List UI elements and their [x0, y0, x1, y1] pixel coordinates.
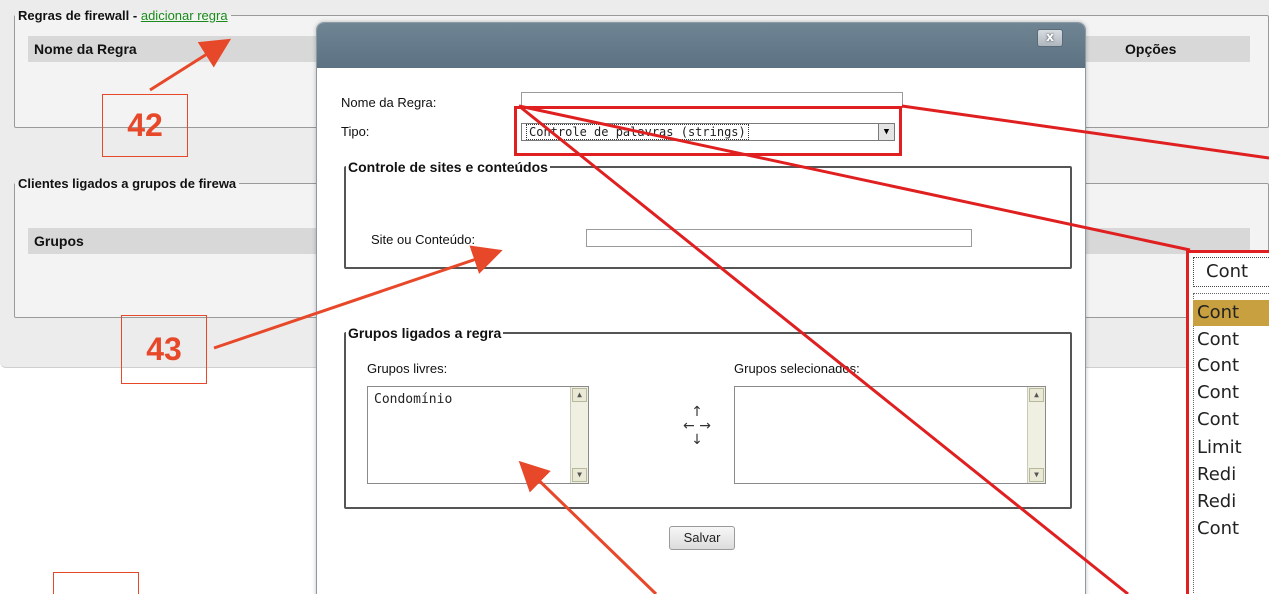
list-item[interactable]: Condomínio: [374, 392, 582, 407]
scroll-up-icon[interactable]: ▲: [572, 388, 587, 402]
dropdown-option[interactable]: Cont: [1193, 516, 1269, 542]
selected-groups-list[interactable]: ▲ ▼: [734, 386, 1046, 484]
type-select-highlight: [514, 106, 902, 156]
clients-groups-legend: Clientes ligados a grupos de firewa: [18, 176, 237, 191]
type-dropdown-popup: Cont Cont Cont Cont Cont Cont Limit Redi…: [1186, 250, 1269, 594]
linked-groups-legend: Grupos ligados a regra: [348, 325, 502, 341]
dialog-titlebar[interactable]: x: [317, 23, 1085, 68]
free-groups-list[interactable]: Condomínio ▲ ▼: [367, 386, 589, 484]
col-groups: Grupos: [34, 233, 84, 249]
dropdown-option[interactable]: Redi: [1193, 489, 1269, 515]
free-groups-label: Grupos livres:: [367, 361, 448, 376]
col-options: Opções: [1125, 41, 1177, 57]
transfer-arrows-icon[interactable]: ↑ ← → ↓: [679, 405, 715, 447]
rule-name-label: Nome da Regra:: [341, 95, 437, 110]
dropdown-option[interactable]: Limit: [1193, 435, 1269, 461]
annotation-43: 43: [121, 315, 207, 384]
scroll-down-icon[interactable]: ▼: [572, 468, 587, 482]
sites-content-fieldset: Controle de sites e conteúdos: [344, 159, 1072, 269]
dropdown-option[interactable]: Cont: [1193, 300, 1269, 326]
annotation-42: 42: [102, 94, 188, 157]
dropdown-option[interactable]: Cont: [1193, 380, 1269, 406]
dropdown-option[interactable]: Cont: [1193, 407, 1269, 433]
site-content-input[interactable]: [586, 229, 972, 247]
selected-groups-label: Grupos selecionados:: [734, 361, 860, 376]
dropdown-option[interactable]: Cont: [1193, 353, 1269, 379]
scroll-down-icon[interactable]: ▼: [1029, 468, 1044, 482]
save-button[interactable]: Salvar: [669, 526, 735, 550]
dropdown-option[interactable]: Redi: [1193, 462, 1269, 488]
add-rule-link[interactable]: adicionar regra: [141, 8, 228, 23]
col-rule-name: Nome da Regra: [34, 41, 137, 57]
annotation-box-bottom: [53, 572, 139, 594]
firewall-rules-legend: Regras de firewall - adicionar regra: [18, 8, 228, 23]
scroll-up-icon[interactable]: ▲: [1029, 388, 1044, 402]
close-button[interactable]: x: [1037, 29, 1063, 47]
dropdown-current-value[interactable]: Cont: [1193, 257, 1269, 287]
dropdown-option[interactable]: Cont: [1193, 327, 1269, 353]
site-content-label: Site ou Conteúdo:: [371, 232, 476, 247]
sites-content-legend: Controle de sites e conteúdos: [348, 159, 548, 175]
selected-groups-scrollbar[interactable]: ▲ ▼: [1027, 387, 1045, 483]
type-label: Tipo:: [341, 124, 370, 139]
free-groups-scrollbar[interactable]: ▲ ▼: [570, 387, 588, 483]
